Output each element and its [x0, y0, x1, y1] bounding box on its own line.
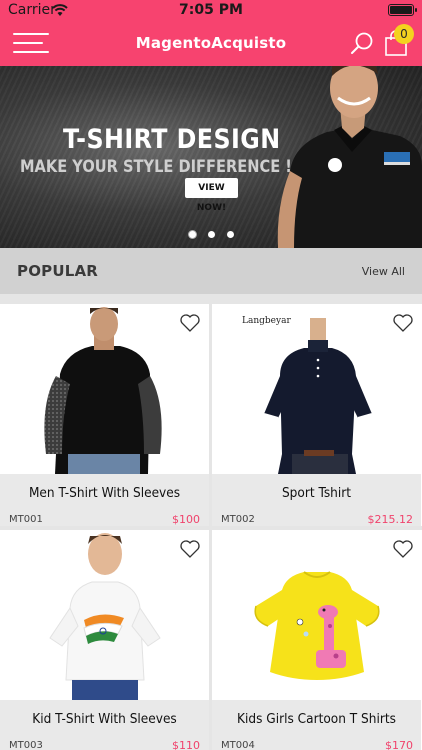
product-sku: MT003	[9, 740, 43, 750]
product-name: Kid T-Shirt With Sleeves	[32, 711, 177, 727]
product-image	[212, 304, 421, 474]
product-grid: Men T-Shirt With Sleeves MT001 $100 Lang…	[0, 294, 422, 750]
model-photo	[277, 66, 422, 248]
product-card[interactable]: Langbeyar Sport Tshirt MT002 $215.12	[212, 304, 422, 526]
popular-section-header: POPULAR View All	[0, 248, 422, 294]
view-all-link[interactable]: View All	[362, 265, 405, 278]
product-name: Sport Tshirt	[281, 485, 352, 501]
product-price: $110	[172, 739, 200, 750]
promo-banner[interactable]: T-SHIRT DESIGN MAKE YOUR STYLE DIFFERENC…	[0, 66, 422, 248]
heart-icon[interactable]	[179, 313, 201, 333]
banner-subtitle: MAKE YOUR STYLE DIFFERENCE !	[20, 157, 292, 177]
product-sku: MT002	[221, 514, 255, 525]
heart-icon[interactable]	[392, 539, 414, 559]
product-card[interactable]: Men T-Shirt With Sleeves MT001 $100	[0, 304, 209, 526]
cart-count-badge: 0	[394, 24, 414, 44]
product-card[interactable]: Kids Girls Cartoon T Shirts MT004 $170	[212, 530, 422, 750]
popular-title: POPULAR	[17, 262, 99, 280]
product-name: Men T-Shirt With Sleeves	[28, 485, 181, 501]
view-now-button[interactable]: VIEW NOW!	[185, 178, 238, 213]
brand-tag: Langbeyar	[242, 316, 291, 326]
top-nav-bar: Carrier 7:05 PM MagentoAcquisto 0	[0, 0, 422, 66]
carousel-dot[interactable]	[226, 231, 234, 238]
heart-icon[interactable]	[392, 313, 414, 333]
search-icon[interactable]	[350, 31, 374, 55]
product-price: $170	[385, 739, 413, 750]
product-sku: MT001	[9, 514, 43, 525]
product-sku: MT004	[221, 740, 255, 750]
banner-title: T-SHIRT DESIGN	[63, 124, 281, 155]
carousel-dot[interactable]	[207, 231, 215, 238]
battery-icon	[388, 4, 417, 16]
product-image	[0, 530, 209, 700]
product-price: $215.12	[367, 513, 414, 526]
product-price: $100	[172, 513, 200, 526]
carousel-dot[interactable]	[188, 231, 196, 238]
product-image	[0, 304, 209, 474]
status-bar: Carrier 7:05 PM	[0, 0, 422, 22]
heart-icon[interactable]	[179, 539, 201, 559]
product-card[interactable]: Kid T-Shirt With Sleeves MT003 $110	[0, 530, 209, 750]
product-image	[212, 530, 421, 700]
product-name: Kids Girls Cartoon T Shirts	[237, 711, 396, 727]
carousel-dots[interactable]	[0, 225, 422, 243]
status-time: 7:05 PM	[179, 2, 243, 18]
